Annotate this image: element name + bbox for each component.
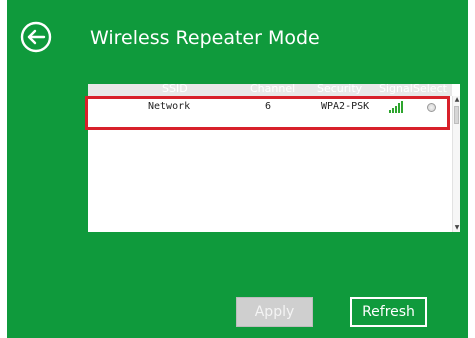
scroll-down-icon[interactable]: ▼: [454, 224, 460, 232]
table-row[interactable]: Network 6 WPA2-PSK: [88, 96, 452, 118]
page-title: Wireless Repeater Mode: [90, 27, 320, 49]
column-header-signal: Signal: [379, 82, 413, 95]
back-button[interactable]: [20, 21, 52, 53]
scroll-thumb[interactable]: [454, 106, 459, 124]
column-header-channel: Channel: [250, 82, 296, 95]
repeater-mode-panel: Wireless Repeater Mode SSID Channel Secu…: [7, 0, 468, 338]
apply-button[interactable]: Apply: [236, 297, 313, 327]
column-header-security: Security: [317, 82, 363, 95]
table-scrollbar[interactable]: ▲ ▼: [452, 96, 460, 232]
channel-cell: 6: [265, 101, 272, 112]
select-radio[interactable]: [427, 103, 436, 112]
security-cell: WPA2-PSK: [321, 101, 370, 112]
signal-strength-icon: [389, 101, 403, 113]
table-header: SSID Channel Security Signal Select: [88, 82, 452, 96]
arrow-left-circle-icon: [20, 21, 52, 53]
column-header-ssid: SSID: [162, 82, 188, 95]
network-table: SSID Channel Security Signal Select Netw…: [88, 82, 460, 232]
scroll-up-icon[interactable]: ▲: [454, 96, 460, 104]
ssid-cell: Network: [148, 101, 191, 112]
refresh-button[interactable]: Refresh: [350, 297, 427, 327]
column-header-select: Select: [413, 82, 447, 95]
